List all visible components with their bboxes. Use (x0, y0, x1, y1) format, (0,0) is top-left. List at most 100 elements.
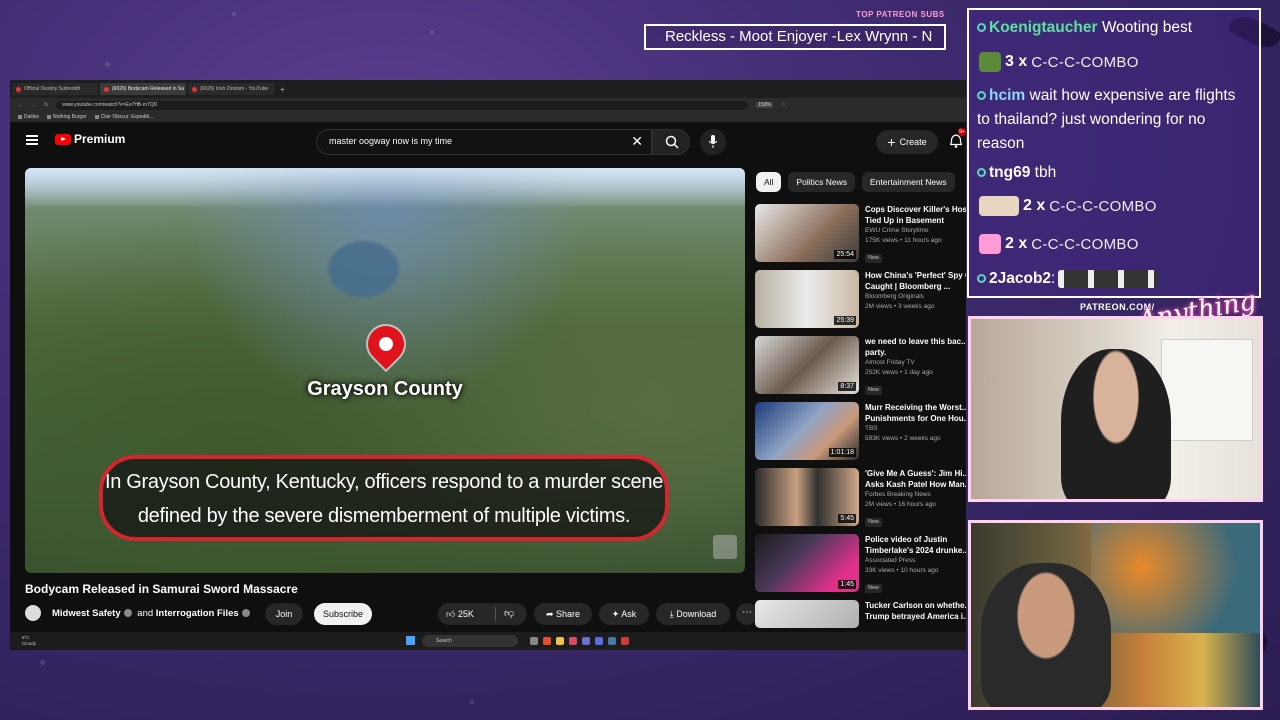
taskbar-app-icon[interactable] (582, 637, 590, 645)
chat-badge-icon (977, 168, 986, 178)
patreon-subs-ticker: Reckless - Moot Enjoyer -Lex Wrynn - N (644, 24, 946, 50)
bookmark-item[interactable]: Nothing Burger (47, 114, 87, 120)
channel-name[interactable]: Midwest Safety (52, 608, 121, 619)
taskbar-app-icon[interactable] (530, 637, 538, 645)
video-thumbnail[interactable]: 8:37 (755, 336, 859, 394)
browser-tab[interactable]: Official Destiny Subreddit (12, 83, 98, 95)
caption-line: defined by the severe dismemberment of m… (137, 505, 631, 527)
background-star (40, 660, 45, 665)
dislike-button[interactable]: 👎︎ (504, 603, 514, 625)
video-thumbnail[interactable]: 1:01:18 (755, 402, 859, 460)
channel-connector: and (137, 608, 154, 619)
back-icon[interactable]: ← (18, 102, 23, 108)
chat-text: tbh (1030, 164, 1057, 181)
voice-search-button[interactable] (700, 129, 726, 155)
folder-icon[interactable] (556, 637, 564, 645)
video-thumbnail[interactable]: 5:45 (755, 468, 859, 526)
browser-tab[interactable]: (6029) Irish Zionism - YouTube (188, 83, 274, 95)
taskbar-app-icon[interactable] (543, 637, 551, 645)
chip-entertainment-news[interactable]: Entertainment News (862, 172, 955, 192)
channel-names[interactable]: Midwest Safety and Interrogation Files (52, 608, 253, 619)
chat-colon: : (1051, 270, 1056, 287)
download-icon: ⤓ (669, 609, 674, 619)
taskbar-search[interactable]: Search (422, 635, 518, 647)
steam-icon[interactable] (608, 637, 616, 645)
download-button[interactable]: ⤓ Download (656, 603, 730, 625)
new-tab-icon[interactable]: + (276, 85, 289, 94)
clear-search-icon[interactable]: ✕ (631, 134, 643, 148)
bookmark-star-icon[interactable]: ☆ (781, 102, 785, 108)
recommendation-item[interactable]: 25:39 How China's 'Perfect' Spy G...Caug… (755, 270, 966, 336)
search-input[interactable]: master oogway now is my time ✕ (316, 129, 652, 155)
channel-avatar[interactable] (25, 605, 41, 621)
chat-username: tng69 (989, 164, 1031, 181)
video-thumbnail[interactable]: 25:54 (755, 204, 859, 262)
recommendation-title[interactable]: How China's 'Perfect' Spy G...Caught | B… (865, 270, 966, 292)
join-button[interactable]: Join (265, 603, 303, 625)
recommendation-details: we need to leave this bac... party. Almos… (865, 336, 966, 396)
recommendations-list: 25:54 Cops Discover Killer's Hos... Tied … (755, 204, 966, 630)
recommendation-title[interactable]: Murr Receiving the Worst... Punishments f… (865, 402, 966, 424)
recommendation-item[interactable]: 1:45 Police video of Justin Timberlake's … (755, 534, 966, 600)
video-thumbnail[interactable]: 25:39 (755, 270, 859, 328)
recommendation-title[interactable]: we need to leave this bac... party. (865, 336, 966, 358)
taskbar-app-icon[interactable] (569, 637, 577, 645)
zoom-level[interactable]: 150% (756, 102, 773, 108)
recommendation-item[interactable]: Tucker Carlson on whethe... Trump betraye… (755, 600, 966, 630)
ask-button[interactable]: ✦ Ask (599, 603, 649, 625)
video-thumbnail[interactable]: 1:45 (755, 534, 859, 592)
mural (1091, 523, 1260, 633)
chat-username: Koenigtaucher (989, 19, 1098, 36)
chip-all[interactable]: All (756, 172, 782, 192)
recommendation-channel[interactable]: Forbes Breaking News (865, 490, 966, 500)
video-thumbnail[interactable] (755, 600, 859, 628)
recommendation-item[interactable]: 1:01:18 Murr Receiving the Worst... Punis… (755, 402, 966, 468)
windows-start-icon[interactable] (406, 636, 415, 645)
bookmark-favicon-icon (47, 115, 52, 119)
search-button[interactable] (652, 129, 690, 155)
recommendation-channel[interactable]: Almost Friday TV (865, 358, 966, 368)
chat-username: hcim (989, 87, 1026, 104)
chat-combo: 2 x C-C-C-COMBO (979, 234, 1139, 254)
video-player[interactable]: Grayson County In Grayson County, Kentuc… (25, 168, 745, 573)
chat-text: Wooting best (1097, 19, 1193, 36)
chip-politics-news[interactable]: Politics News (788, 172, 855, 192)
recommendation-channel[interactable]: Bloomberg Originals (865, 292, 966, 302)
reload-icon[interactable]: ↻ (44, 102, 48, 108)
recommendation-title[interactable]: Police video of Justin Timberlake's 2024 … (865, 534, 966, 556)
recommendation-item[interactable]: 5:45 'Give Me A Guess': Jim Hi... Asks Ka… (755, 468, 966, 534)
like-button[interactable]: 👍︎ 25K (446, 603, 474, 625)
bell-icon[interactable] (950, 134, 962, 148)
taskbar-app-icon[interactable] (595, 637, 603, 645)
menu-icon[interactable] (26, 135, 38, 145)
recommendation-item[interactable]: 25:54 Cops Discover Killer's Hos... Tied … (755, 204, 966, 270)
browser-tab-active[interactable]: (6029) Bodycam Released in Sa (100, 83, 186, 95)
tab-favicon-icon (104, 86, 109, 92)
bookmark-favicon-icon (94, 115, 99, 119)
share-button[interactable]: ➦ Share (534, 603, 592, 625)
bookmark-item[interactable]: Dailies (18, 114, 39, 120)
recommendation-title[interactable]: Tucker Carlson on whethe... Trump betraye… (865, 600, 966, 622)
subscribe-button[interactable]: Subscribe (314, 603, 372, 625)
channel-watermark-icon[interactable] (713, 535, 737, 559)
channel-name[interactable]: Interrogation Files (156, 608, 239, 619)
recommendation-meta: 252K views • 1 day ago (865, 369, 933, 376)
combo-count: 2 x (1023, 197, 1046, 214)
recommendation-title[interactable]: 'Give Me A Guess': Jim Hi... Asks Kash Pa… (865, 468, 966, 490)
chat-message: tng69 tbh (977, 161, 1247, 185)
forward-icon[interactable]: → (31, 102, 36, 108)
weather-widget[interactable]: 9°C Cloudy (22, 635, 36, 647)
url-field[interactable]: www.youtube.com/watch?v=Ee7HB-m7QD (56, 100, 749, 110)
background-star (232, 12, 236, 16)
recommendation-channel[interactable]: EWU Crime Storytime (865, 226, 966, 236)
recommendation-channel[interactable]: Associated Press (865, 556, 966, 566)
create-button[interactable]: + Create (876, 130, 938, 154)
recommendation-channel[interactable]: TBS (865, 424, 966, 434)
youtube-logo[interactable]: Premium (55, 132, 125, 146)
new-badge: New (865, 254, 883, 263)
emote-icon (979, 196, 1019, 216)
taskbar-app-icon[interactable] (621, 637, 629, 645)
bookmark-item[interactable]: Clair Obscur: Expediti... (94, 114, 153, 120)
recommendation-title[interactable]: Cops Discover Killer's Hos... Tied Up in … (865, 204, 966, 226)
recommendation-item[interactable]: 8:37 we need to leave this bac... party. … (755, 336, 966, 402)
